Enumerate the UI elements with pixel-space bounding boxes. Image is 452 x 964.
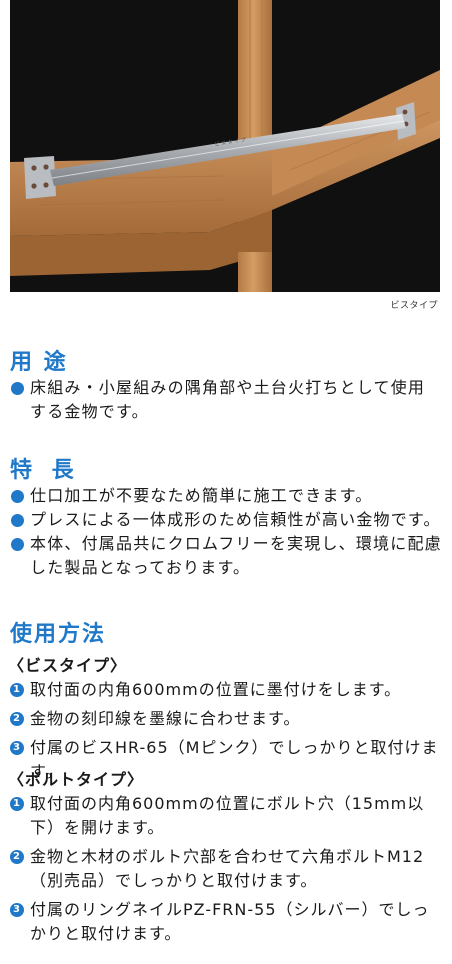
list-item: プレスによる一体成形のため信頼性が高い金物です。: [10, 508, 442, 532]
step-number-icon: 1: [10, 797, 24, 811]
step-text: 取付面の内角600mmの位置にボルト穴（15mm以下）を開けます。: [30, 794, 425, 837]
feature-item-text: プレスによる一体成形のため信頼性が高い金物です。: [30, 510, 441, 529]
step-item: 2 金物と木材のボルト穴部を合わせて六角ボルトM12（別売品）でしっかりと取付け…: [10, 845, 442, 893]
features-title: 特 長: [10, 458, 80, 483]
list-item: 仕口加工が不要なため簡単に施工できます。: [10, 484, 442, 508]
bullet-icon: [11, 538, 24, 551]
feature-item-text: 本体、付属品共にクロムフリーを実現し、環境に配慮した製品となっております。: [30, 534, 442, 577]
step-item: 1 取付面の内角600mmの位置に墨付けをします。: [10, 678, 442, 702]
features-list: 仕口加工が不要なため簡単に施工できます。 プレスによる一体成形のため信頼性が高い…: [10, 484, 442, 580]
product-photo: ビ ス タ イ プ: [10, 0, 440, 292]
bolt-type-steps: 1 取付面の内角600mmの位置にボルト穴（15mm以下）を開けます。 2 金物…: [10, 792, 442, 951]
usage-item-text: 床組み・小屋組みの隅角部や土台火打ちとして使用する金物です。: [30, 378, 426, 421]
bolt-type-heading: 〈ボルトタイプ〉: [8, 770, 145, 789]
step-item: 2 金物の刻印線を墨線に合わせます。: [10, 707, 442, 731]
photo-caption: ビスタイプ: [390, 301, 438, 311]
step-number-icon: 2: [10, 850, 24, 864]
step-item: 3 付属のリングネイルPZ-FRN-55（シルバー）でしっかりと取付けます。: [10, 898, 442, 946]
bullet-icon: [11, 382, 24, 395]
step-text: 取付面の内角600mmの位置に墨付けをします。: [30, 680, 402, 699]
method-title: 使用方法: [10, 622, 107, 647]
step-text: 付属のリングネイルPZ-FRN-55（シルバー）でしっかりと取付けます。: [30, 900, 430, 943]
list-item: 本体、付属品共にクロムフリーを実現し、環境に配慮した製品となっております。: [10, 532, 442, 580]
step-number-icon: 1: [10, 683, 24, 697]
product-illustration: ビ ス タ イ プ: [10, 0, 440, 292]
screw-type-heading: 〈ビスタイプ〉: [8, 656, 128, 675]
step-number-icon: 3: [10, 903, 24, 917]
step-text: 金物と木材のボルト穴部を合わせて六角ボルトM12（別売品）でしっかりと取付けます…: [30, 847, 425, 890]
usage-list: 床組み・小屋組みの隅角部や土台火打ちとして使用する金物です。: [10, 376, 442, 424]
bullet-icon: [11, 514, 24, 527]
step-number-icon: 2: [10, 712, 24, 726]
usage-title: 用 途: [10, 350, 68, 375]
step-number-icon: 3: [10, 741, 24, 755]
step-text: 金物の刻印線を墨線に合わせます。: [30, 709, 301, 728]
list-item: 床組み・小屋組みの隅角部や土台火打ちとして使用する金物です。: [10, 376, 442, 424]
feature-item-text: 仕口加工が不要なため簡単に施工できます。: [30, 486, 373, 505]
bullet-icon: [11, 490, 24, 503]
step-item: 1 取付面の内角600mmの位置にボルト穴（15mm以下）を開けます。: [10, 792, 442, 840]
